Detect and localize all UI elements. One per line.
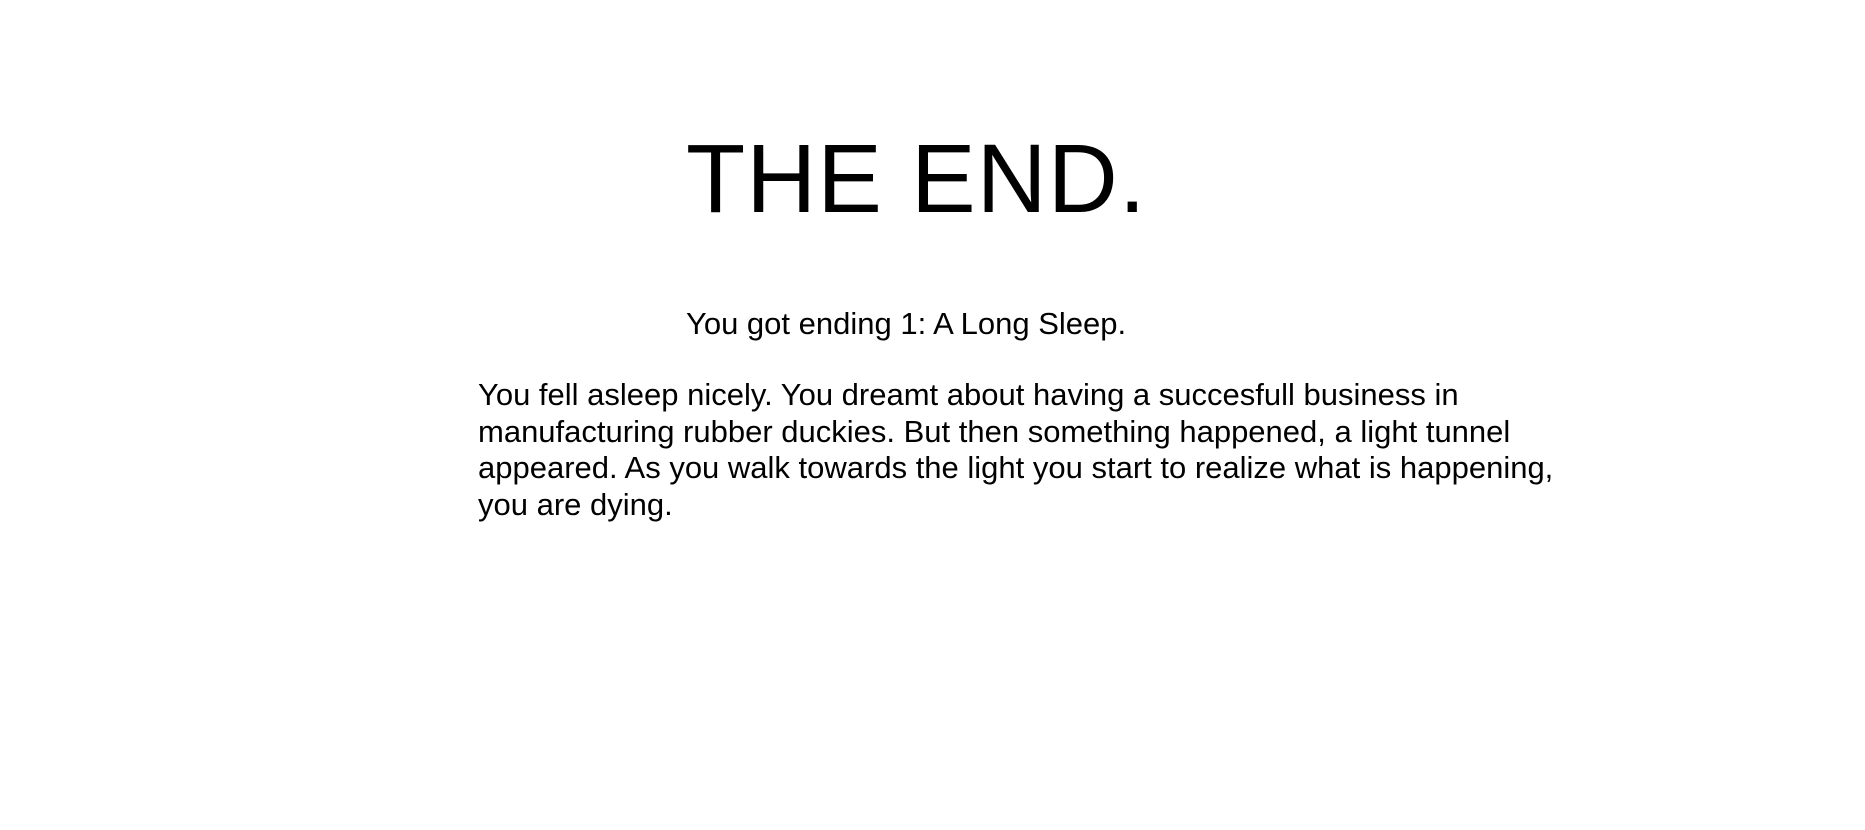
end-title: THE END. bbox=[686, 124, 1147, 233]
ending-story-text: You fell asleep nicely. You dreamt about… bbox=[478, 377, 1554, 522]
ending-label: You got ending 1: A Long Sleep. bbox=[686, 306, 1127, 341]
